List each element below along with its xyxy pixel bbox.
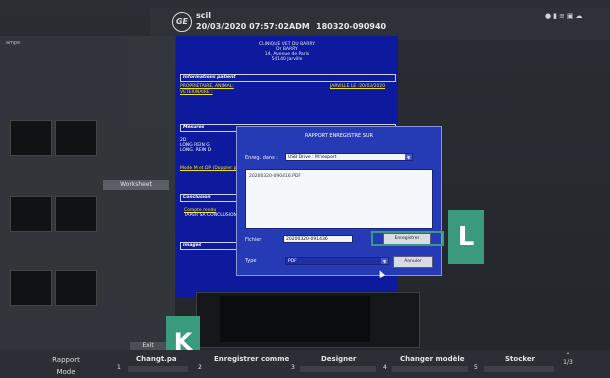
- patient-name: scil: [196, 11, 211, 20]
- filename-label: Fichier: [245, 237, 262, 243]
- chevron-down-icon[interactable]: ▼: [381, 258, 388, 264]
- chevron-up-icon[interactable]: ⌃: [558, 352, 578, 359]
- exam-datetime: 20/03/2020 07:57:02ADM: [196, 22, 310, 31]
- exam-id: 180320-090940: [316, 22, 387, 31]
- chevron-down-icon[interactable]: ▼: [405, 154, 412, 160]
- section-info: Informations patient: [180, 74, 396, 82]
- cloud-icon: ☁: [575, 12, 585, 20]
- status-icons: ●▮≡▣☁: [545, 12, 584, 20]
- save-in-select[interactable]: USB Drive : M:\export ▼: [285, 153, 413, 161]
- filename-input[interactable]: 20200320-091436: [283, 235, 353, 243]
- date-text: JARVILLE LE :20/03/2020: [330, 84, 386, 89]
- callout-l: L: [448, 210, 484, 264]
- softkey-slot: [300, 366, 376, 372]
- type-label: Type: [245, 258, 257, 264]
- thumbnail-3[interactable]: [10, 196, 52, 232]
- type-select[interactable]: PDF ▼: [285, 257, 389, 265]
- sidebar-label: ampe: [6, 40, 21, 46]
- softkey-slot: [484, 366, 554, 372]
- cancel-button[interactable]: Annuler: [393, 256, 433, 268]
- change-template-softkey[interactable]: Changer modèle: [400, 355, 464, 363]
- owner-label: PROPRIETAIRE, ANIMAL:: [180, 84, 234, 89]
- softkey-number: 5: [474, 364, 478, 371]
- softkey-number: 1: [117, 364, 121, 371]
- measure-line: LONG. REIN D: [180, 148, 212, 153]
- thumbnail-2[interactable]: [55, 120, 97, 156]
- file-list[interactable]: 20200320-090416.PDF: [245, 169, 433, 229]
- type-value: PDF: [288, 259, 297, 264]
- callout-l-outline: [371, 231, 444, 246]
- softkey-slot: [128, 366, 188, 372]
- page-number: 1/3: [563, 359, 573, 366]
- exit-button[interactable]: Exit: [130, 342, 166, 350]
- vet-label: VETERINAIRE :: [180, 90, 213, 95]
- rapport-softkey[interactable]: Rapport Mode: [46, 356, 86, 376]
- worksheet-button[interactable]: Worksheet: [103, 180, 169, 190]
- change-patient-softkey[interactable]: Changt.pa: [136, 355, 177, 363]
- thumbnail-4[interactable]: [55, 196, 97, 232]
- thumbnail-1[interactable]: [10, 120, 52, 156]
- mode-text: Mode M et DP (Doppler pu: [180, 166, 240, 171]
- lock-icon: ●: [545, 12, 554, 20]
- ge-logo: GE: [172, 12, 192, 32]
- rapport-label: Rapport: [52, 356, 80, 364]
- save-dialog: RAPPORT ENREGISTRE SUR Enreg. dans : USB…: [236, 126, 442, 276]
- thumbnail-5[interactable]: [10, 270, 52, 306]
- ultrasound-image: [220, 296, 370, 342]
- softkey-number: 4: [383, 364, 387, 371]
- softkey-number: 3: [291, 364, 295, 371]
- softkey-slot: [392, 366, 468, 372]
- clinic-header: CLINIQUE VET DU BARRY Dr BARRY 14, Avenu…: [254, 42, 320, 62]
- save-in-label: Enreg. dans :: [245, 155, 278, 161]
- save-as-softkey[interactable]: Enregistrer comme: [214, 355, 289, 363]
- store-softkey[interactable]: Stocker: [505, 355, 535, 363]
- designer-softkey[interactable]: Designer: [321, 355, 356, 363]
- network-icon: ≡: [558, 12, 567, 20]
- save-in-value: USB Drive : M:\export: [288, 155, 337, 160]
- conclusion-text: TAPER SA CONCLUSION: [184, 213, 237, 218]
- file-item[interactable]: 20200320-090416.PDF: [249, 174, 301, 179]
- softkey-number: 2: [198, 364, 202, 371]
- clinic-line: 54140 Jarville: [271, 57, 303, 62]
- dialog-title: RAPPORT ENREGISTRE SUR: [304, 133, 374, 139]
- page-indicator[interactable]: ⌃ 1/3: [558, 352, 578, 366]
- thumbnail-6[interactable]: [55, 270, 97, 306]
- mode-label: Mode: [56, 368, 76, 376]
